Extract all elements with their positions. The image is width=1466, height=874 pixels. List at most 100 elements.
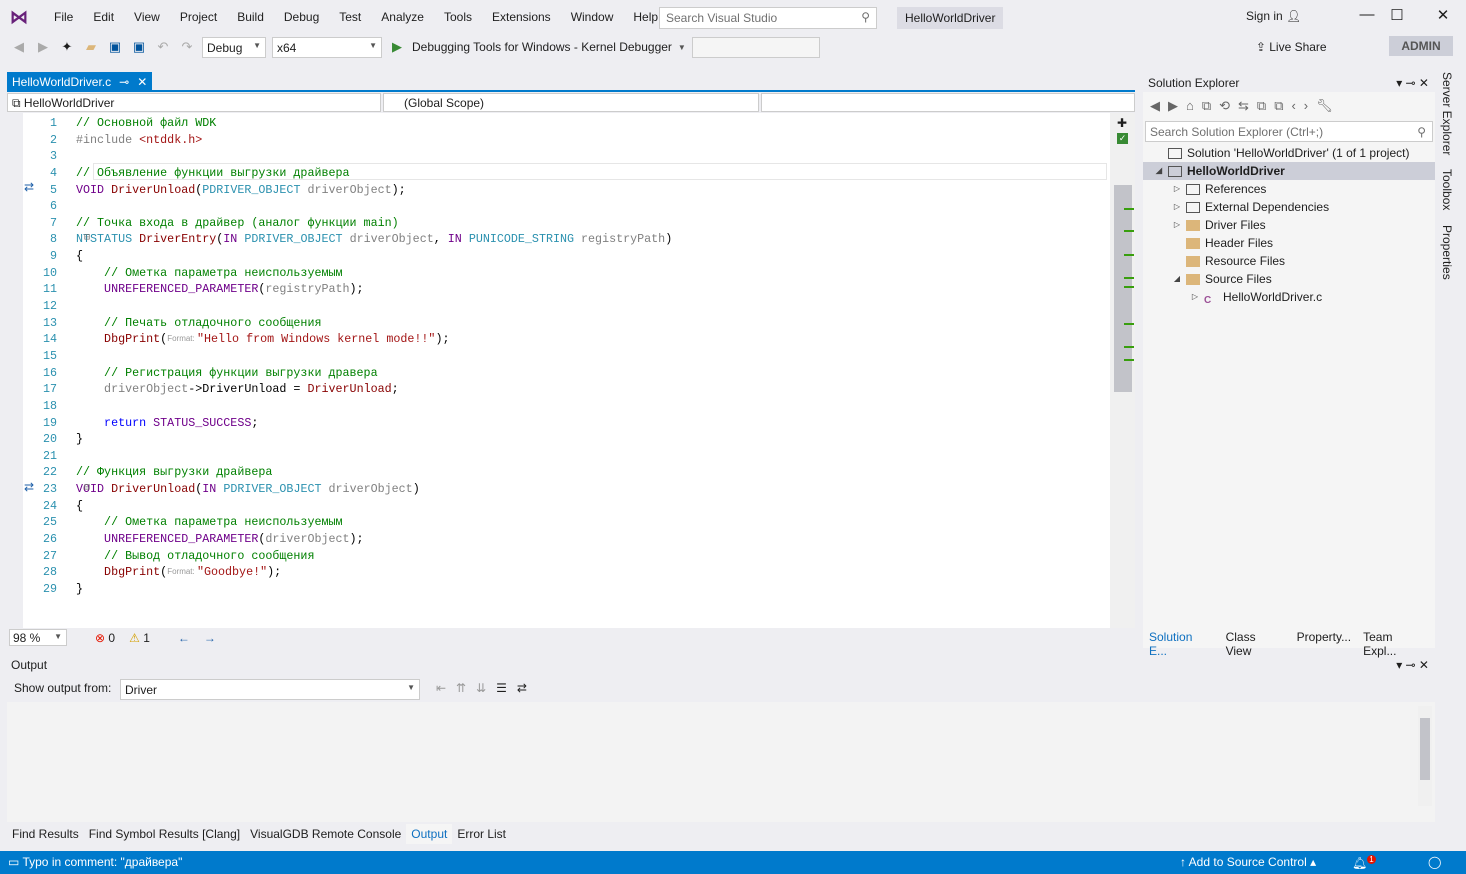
save-icon[interactable]: ▣ [106,39,124,55]
feedback-icon[interactable]: ◯ [1428,855,1441,869]
code-line[interactable]: 8 ⊟ NTSTATUS DriverEntry(IN PDRIVER_OBJECT… [40,231,672,248]
code-line[interactable]: 24 { [40,498,672,515]
code-line[interactable]: 3 [40,148,672,165]
panel-tab[interactable]: Property... [1291,626,1357,648]
sign-in-link[interactable]: Sign in 👤︎ [1246,9,1301,23]
chevron-down-icon[interactable]: ▼ [678,43,686,52]
menu-item-test[interactable]: Test [329,0,371,34]
output-scrollbar[interactable] [1418,706,1432,806]
tree-item-folder[interactable]: Resource Files [1143,252,1435,270]
project-nav-select[interactable]: ⧉ HelloWorldDriver [7,93,381,112]
expander-icon[interactable]: ▷ [1171,180,1183,198]
code-line[interactable]: 16 // Регистрация функции выгрузки драве… [40,365,672,382]
tree-item-references[interactable]: ▷ References [1143,180,1435,198]
side-tab[interactable]: Properties [1440,225,1454,280]
menu-item-debug[interactable]: Debug [274,0,329,34]
pin-icon[interactable]: ⊸ [119,75,129,89]
code-line[interactable]: 27 // Вывод отладочного сообщения [40,548,672,565]
collapse-icon[interactable]: ⊟ [84,231,90,248]
output-text-area[interactable] [7,702,1435,822]
tree-item-c-file[interactable]: ▷ C HelloWorldDriver.c [1143,288,1435,306]
code-line[interactable]: 25 // Ометка параметра неиспользуемым [40,514,672,531]
menu-item-window[interactable]: Window [561,0,624,34]
tab-hello-world-driver-c[interactable]: HelloWorldDriver.c ⊸ ✕ [7,72,153,92]
code-line[interactable]: 20} [40,431,672,448]
tree-item-folder[interactable]: ◢ Source Files [1143,270,1435,288]
code-line[interactable]: 29} [40,581,672,598]
panel-controls[interactable]: ▾ ⊸ ✕ [1396,658,1429,672]
code-line[interactable]: 4 // Объявление функции выгрузки драйвера [40,165,672,182]
start-debugging-icon[interactable]: ▶ [388,39,406,55]
new-project-icon[interactable]: ✦ [58,39,76,55]
forward-icon[interactable]: ▶ [34,39,52,55]
code-line[interactable]: 19 return STATUS_SUCCESS; [40,415,672,432]
code-line[interactable]: 12 [40,298,672,315]
previous-issue-icon[interactable]: ← [178,631,190,645]
tree-item-project[interactable]: ◢ HelloWorldDriver [1143,162,1435,180]
minimize-button[interactable]: — [1352,6,1382,23]
menu-item-file[interactable]: File [44,0,83,34]
menu-item-tools[interactable]: Tools [434,0,482,34]
expander-icon[interactable]: ◢ [1171,270,1183,288]
code-line[interactable]: 6 [40,198,672,215]
code-line[interactable]: 15 [40,348,672,365]
close-tab-icon[interactable]: ✕ [137,75,147,89]
add-to-source-control-button[interactable]: ↑ Add to Source Control ▴ [1180,855,1316,869]
code-line[interactable]: 10 // Ометка параметра неиспользуемым [40,265,672,282]
menu-item-edit[interactable]: Edit [83,0,124,34]
menu-item-analyze[interactable]: Analyze [371,0,434,34]
collapse-icon[interactable]: ⊟ [84,481,90,498]
code-line[interactable]: 1 // Основной файл WDK [40,115,672,132]
output-source-select[interactable]: Driver ▼ [120,679,420,700]
expander-icon[interactable]: ▷ [1171,216,1183,234]
tree-item-solution[interactable]: Solution 'HelloWorldDriver' (1 of 1 proj… [1143,144,1435,162]
bottom-tab[interactable]: Find Results [7,824,84,844]
save-all-icon[interactable]: ▣ [130,39,148,55]
solution-search-input[interactable]: Search Solution Explorer (Ctrl+;) ⚲ [1145,121,1433,142]
panel-tab[interactable]: Class View [1220,626,1291,658]
code-line[interactable]: 7 // Точка входа в драйвер (аналог функци… [40,215,672,232]
bottom-tab[interactable]: VisualGDB Remote Console [245,824,406,844]
expander-icon[interactable]: ◢ [1153,162,1165,180]
menu-item-extensions[interactable]: Extensions [482,0,561,34]
menu-item-build[interactable]: Build [227,0,274,34]
side-tab[interactable]: Server Explorer [1440,72,1454,155]
next-issue-icon[interactable]: → [204,631,216,645]
panel-tab[interactable]: Team Expl... [1357,626,1435,658]
member-nav-select[interactable] [761,93,1135,112]
code-line[interactable]: 22 // Функция выгрузки драйвера [40,464,672,481]
output-toolbar[interactable]: ⇤⇈⇊☰⇄ [436,681,537,695]
code-line[interactable]: 23 ⊟ VOID DriverUnload(IN PDRIVER_OBJECT d… [40,481,672,498]
start-debugging-button[interactable]: Debugging Tools for Windows - Kernel Deb… [412,40,672,54]
live-share-button[interactable]: ⇪ Live Share [1256,40,1327,54]
tree-item-external[interactable]: ▷ External Dependencies [1143,198,1435,216]
code-line[interactable]: 13 // Печать отладочного сообщения [40,315,672,332]
code-line[interactable]: 9{ [40,248,672,265]
errors-indicator[interactable]: ⊗ 0 [95,631,115,645]
notifications-icon[interactable]: 🔔︎ 1 [1352,855,1376,870]
expander-icon[interactable]: ▷ [1171,198,1183,216]
bottom-tab[interactable]: Output [406,824,453,844]
code-line[interactable]: 21 [40,448,672,465]
panel-controls[interactable]: ▾ ⊸ ✕ [1396,76,1429,90]
bottom-tab[interactable]: Error List [452,824,511,844]
code-line[interactable]: 17 driverObject -> DriverUnload = DriverUn… [40,381,672,398]
platform-select[interactable]: x64 ▼ [272,36,382,58]
open-icon[interactable]: ▰ [82,39,100,55]
code-line[interactable]: 28 DbgPrint(Format: "Goodbye!"); [40,564,672,581]
solution-explorer-toolbar[interactable]: ◀▶⌂⧉⟲⇆⧉⧉‹›🔧︎ [1150,98,1341,114]
search-input[interactable]: Search Visual Studio ⚲ [659,7,877,29]
tree-item-folder[interactable]: ▷ Driver Files [1143,216,1435,234]
configuration-select[interactable]: Debug ▼ [202,36,266,58]
tree-item-folder[interactable]: Header Files [1143,234,1435,252]
maximize-button[interactable]: ☐ [1382,6,1412,24]
code-line[interactable]: 14 DbgPrint(Format: "Hello from Windows … [40,331,672,348]
code-line[interactable]: 5 VOID DriverUnload(PDRIVER_OBJECT driver… [40,182,672,199]
peek-definition-icon[interactable]: ⇄ [24,480,34,494]
code-line[interactable]: 18 [40,398,672,415]
menu-item-view[interactable]: View [124,0,170,34]
peek-definition-icon[interactable]: ⇄ [24,180,34,194]
close-window-button[interactable]: ✕ [1428,6,1458,24]
code-line[interactable]: 2 #include <ntddk.h> [40,132,672,149]
bottom-tab[interactable]: Find Symbol Results [Clang] [84,824,245,844]
